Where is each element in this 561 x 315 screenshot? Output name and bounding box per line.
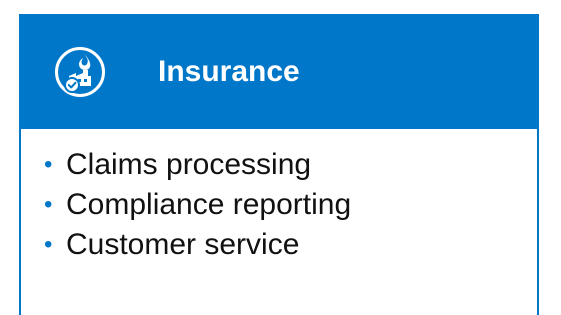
insurance-card: Insurance • Claims processing • Complian…: [19, 14, 539, 315]
insurance-factory-icon: [54, 46, 106, 98]
bullet-icon: •: [44, 191, 53, 218]
list-item-label: Customer service: [66, 228, 300, 261]
list-item-label: Claims processing: [66, 148, 312, 181]
bullet-icon: •: [44, 151, 53, 178]
bullet-icon: •: [44, 231, 53, 258]
card-title: Insurance: [158, 55, 300, 88]
list-item-label: Compliance reporting: [66, 188, 352, 221]
card-header: Insurance: [21, 14, 537, 129]
